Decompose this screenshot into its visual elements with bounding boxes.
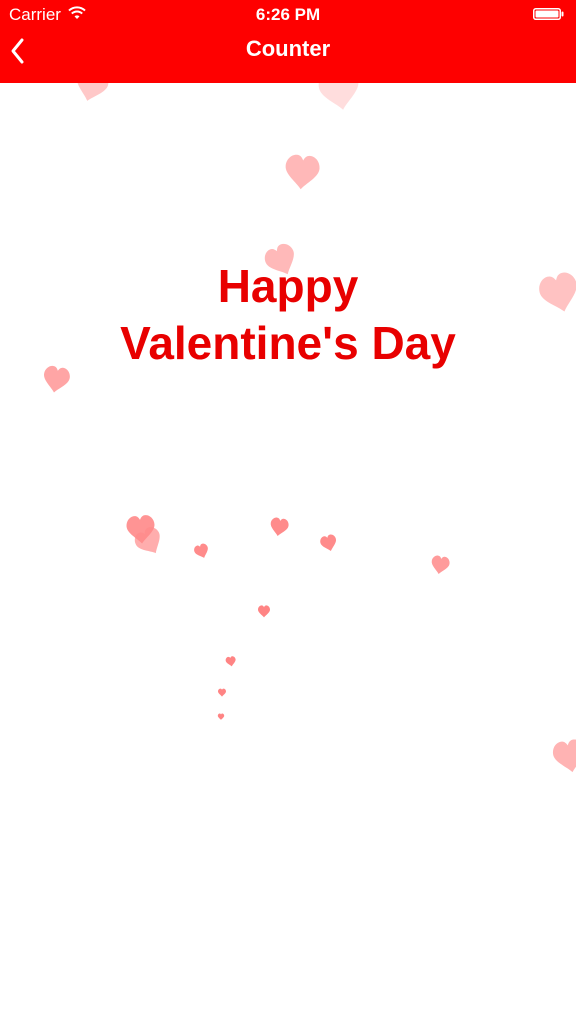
screen: Carrier 6:26 PM Counter Happy Valentine'… xyxy=(0,0,576,1024)
greeting-message: Happy Valentine's Day xyxy=(0,258,576,372)
heart-icon xyxy=(283,153,321,191)
heart-icon xyxy=(268,516,290,538)
greeting-line-1: Happy xyxy=(217,260,359,312)
heart-icon xyxy=(131,524,168,560)
heart-icon xyxy=(429,554,451,576)
heart-icon xyxy=(258,605,270,618)
heart-icon xyxy=(217,713,225,720)
navigation-bar: Counter xyxy=(0,30,576,83)
heart-icon xyxy=(125,514,157,545)
heart-icon xyxy=(192,542,211,561)
heart-icon xyxy=(551,737,576,775)
heart-icon xyxy=(218,688,226,697)
status-time: 6:26 PM xyxy=(255,5,321,24)
heart-icon xyxy=(318,533,339,554)
top-bar: Carrier 6:26 PM Counter xyxy=(0,0,576,83)
greeting-line-2: Valentine's Day xyxy=(120,317,456,369)
heart-icon xyxy=(225,655,237,668)
status-bar: Carrier 6:26 PM xyxy=(0,0,576,30)
floating-hearts xyxy=(41,65,576,775)
page-title: Counter xyxy=(245,36,331,61)
battery-icon xyxy=(533,8,564,20)
